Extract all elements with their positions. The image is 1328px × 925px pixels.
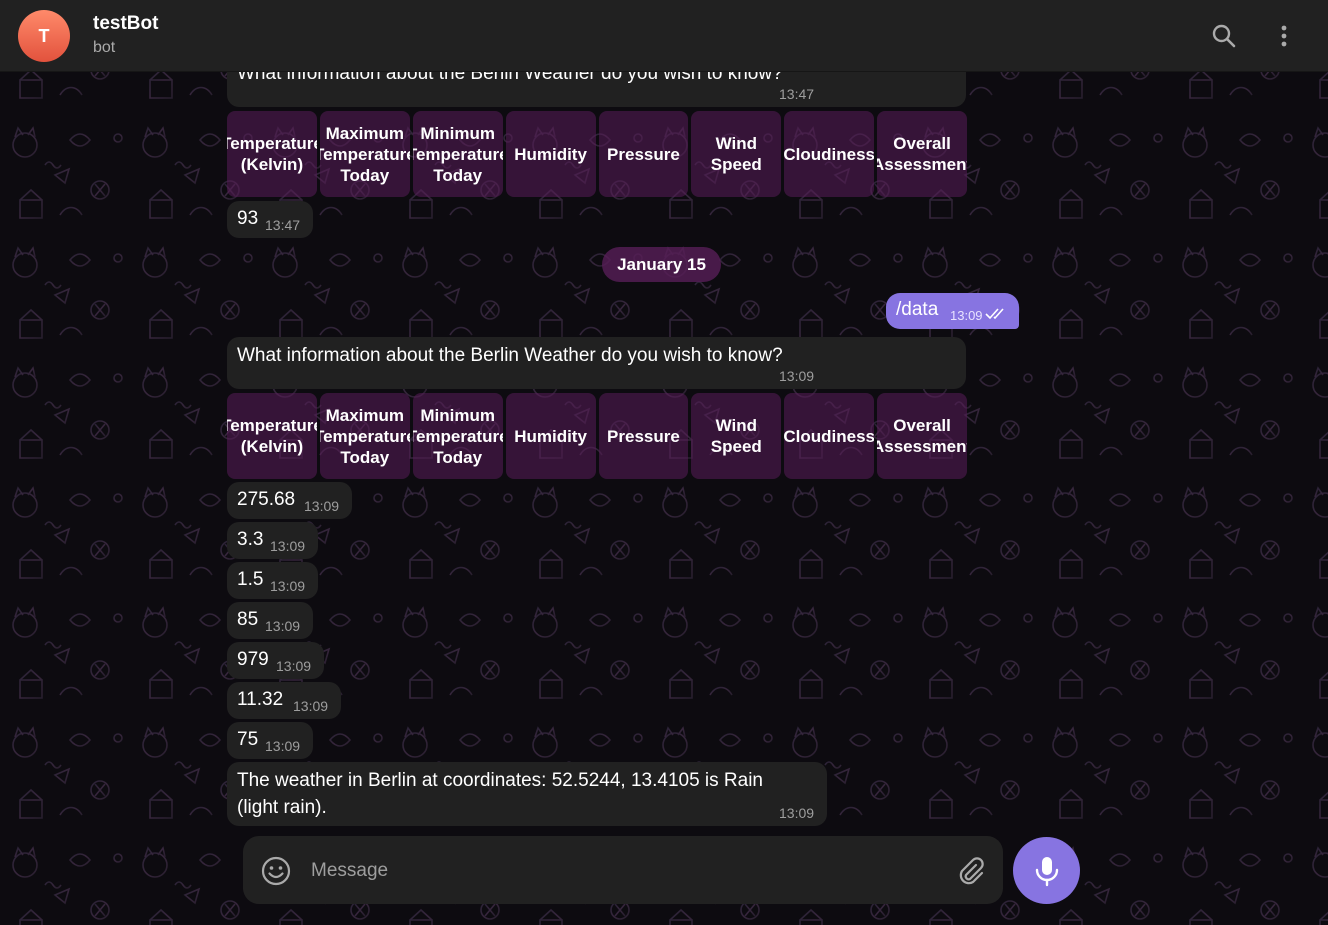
bot-message-value: 75 13:09 <box>227 722 313 759</box>
bot-message-value: 11.32 13:09 <box>227 682 341 719</box>
search-button[interactable] <box>1204 16 1244 56</box>
keyboard-button-max-temperature[interactable]: Maximum Temperature Today <box>319 393 410 479</box>
message-time: 13:09 <box>265 738 301 754</box>
message-time: 13:09 <box>276 658 312 674</box>
message-text: 11.32 <box>237 689 284 710</box>
date-separator: January 15 <box>602 247 721 282</box>
keyboard-button-pressure[interactable]: Pressure <box>598 393 689 479</box>
message-text: 979 <box>237 649 269 670</box>
bot-message-summary: The weather in Berlin at coordinates: 52… <box>227 762 827 826</box>
message-text: 275.68 <box>237 489 296 510</box>
message-time: 13:09 <box>293 698 329 714</box>
keyboard-button-temperature[interactable]: Temperature (Kelvin) <box>227 393 317 479</box>
inline-keyboard: Temperature (Kelvin) Maximum Temperature… <box>227 111 967 197</box>
chat-header: T testBot bot <box>0 0 1328 72</box>
message-time: 13:09 <box>270 578 306 594</box>
microphone-icon <box>1035 856 1058 886</box>
inline-keyboard: Temperature (Kelvin) Maximum Temperature… <box>227 393 967 479</box>
paperclip-icon[interactable] <box>954 854 988 888</box>
message-composer <box>243 836 1003 904</box>
keyboard-button-cloudiness[interactable]: Cloudiness <box>784 111 875 197</box>
message-time: 13:09 <box>779 805 815 821</box>
message-text: The weather in Berlin at coordinates: 52… <box>237 770 763 818</box>
message-text: 1.5 <box>237 569 264 590</box>
search-icon <box>1212 24 1236 48</box>
keyboard-button-cloudiness[interactable]: Cloudiness <box>784 393 875 479</box>
chat-status: bot <box>93 39 116 56</box>
message-text: 3.3 <box>237 529 264 550</box>
keyboard-button-max-temperature[interactable]: Maximum Temperature Today <box>319 111 410 197</box>
bot-message-value: 275.68 13:09 <box>227 482 352 519</box>
message-text: /data <box>896 299 939 320</box>
keyboard-button-pressure[interactable]: Pressure <box>598 111 689 197</box>
keyboard-button-humidity[interactable]: Humidity <box>505 111 596 197</box>
message-input[interactable] <box>309 856 913 886</box>
message-time: 13:47 <box>265 217 301 233</box>
bot-message-value: 93 13:47 <box>227 201 313 238</box>
keyboard-button-overall-assessment[interactable]: Overall Assessment <box>877 111 967 197</box>
message-text: 85 <box>237 609 259 630</box>
bot-message-value: 3.3 13:09 <box>227 522 318 559</box>
message-text: 93 <box>237 208 259 229</box>
keyboard-button-min-temperature[interactable]: Minimum Temperature Today <box>412 393 503 479</box>
avatar-letter: T <box>38 25 50 46</box>
keyboard-button-humidity[interactable]: Humidity <box>505 393 596 479</box>
more-menu-button[interactable] <box>1264 16 1304 56</box>
keyboard-button-overall-assessment[interactable]: Overall Assessment <box>877 393 967 479</box>
avatar[interactable]: T <box>18 10 70 62</box>
message-time: 13:09 <box>270 538 306 554</box>
bot-message-prompt: What information about the Berlin Weathe… <box>227 337 966 389</box>
message-list[interactable]: What information about the Berlin Weathe… <box>0 0 1328 925</box>
message-text: 75 <box>237 729 259 750</box>
message-text: What information about the Berlin Weathe… <box>237 345 783 366</box>
voice-record-button[interactable] <box>1013 837 1080 904</box>
double-check-icon <box>985 308 1004 320</box>
keyboard-button-wind-speed[interactable]: Wind Speed <box>691 393 782 479</box>
bot-message-value: 85 13:09 <box>227 602 313 639</box>
more-vertical-icon <box>1281 25 1287 47</box>
chat-title[interactable]: testBot <box>93 13 158 35</box>
keyboard-button-temperature[interactable]: Temperature (Kelvin) <box>227 111 317 197</box>
message-time: 13:47 <box>779 86 815 102</box>
bot-message-value: 1.5 13:09 <box>227 562 318 599</box>
outgoing-message: /data 13:09 <box>886 293 1019 329</box>
message-time: 13:09 <box>304 498 340 514</box>
message-time: 13:09 <box>779 368 815 384</box>
message-time: 13:09 <box>950 308 983 323</box>
bot-message-value: 979 13:09 <box>227 642 324 679</box>
keyboard-button-wind-speed[interactable]: Wind Speed <box>691 111 782 197</box>
message-time: 13:09 <box>265 618 301 634</box>
keyboard-button-min-temperature[interactable]: Minimum Temperature Today <box>412 111 503 197</box>
smile-icon[interactable] <box>259 854 293 888</box>
